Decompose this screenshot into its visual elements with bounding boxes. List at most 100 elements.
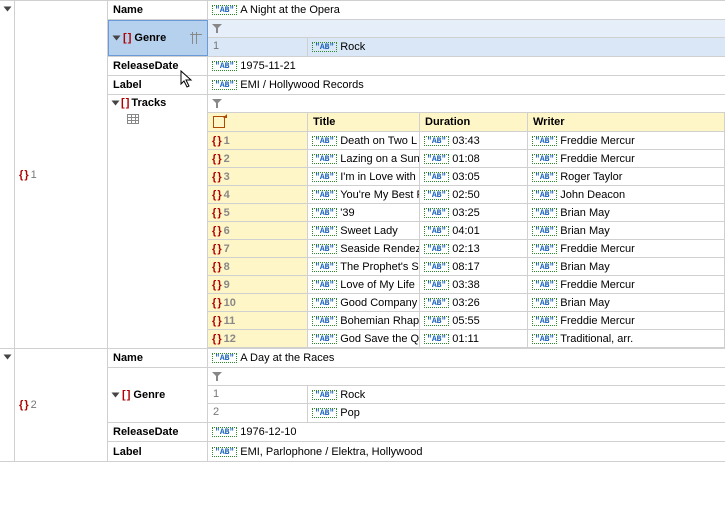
track-duration-cell: AB 03:05 xyxy=(420,168,528,185)
columns-toggle-icon[interactable] xyxy=(190,32,202,44)
string-type-icon: AB xyxy=(312,262,337,272)
grid-icon xyxy=(127,114,139,124)
string-type-icon: AB xyxy=(312,154,337,164)
prop-label-label[interactable]: Label xyxy=(108,442,208,461)
track-row[interactable]: { } 4AB You're My Best FAB 02:50AB John … xyxy=(208,186,725,204)
string-type-icon: AB xyxy=(532,172,557,182)
track-index-cell: { } 10 xyxy=(208,294,308,311)
track-row[interactable]: { } 5AB '39AB 03:25AB Brian May xyxy=(208,204,725,222)
track-index: 8 xyxy=(224,261,230,273)
prop-name-value[interactable]: AB A Night at the Opera xyxy=(208,1,725,19)
filter-icon[interactable] xyxy=(212,99,222,109)
genre-item-index: 1 xyxy=(208,38,308,56)
item-header[interactable]: { } 2 xyxy=(15,349,108,461)
track-row[interactable]: { } 6AB Sweet LadyAB 04:01AB Brian May xyxy=(208,222,725,240)
string-type-icon: AB xyxy=(532,208,557,218)
track-writer-cell: AB Brian May xyxy=(528,258,725,275)
track-duration-cell: AB 03:25 xyxy=(420,204,528,221)
track-writer-cell: AB John Deacon xyxy=(528,186,725,203)
string-type-icon: AB xyxy=(212,447,237,457)
prop-release-label[interactable]: ReleaseDate xyxy=(108,423,208,441)
object-braces-icon: { } xyxy=(212,225,221,237)
track-index-cell: { } 1 xyxy=(208,132,308,149)
filter-icon[interactable] xyxy=(212,372,222,382)
string-type-icon: AB xyxy=(312,172,337,182)
track-duration-cell: AB 05:55 xyxy=(420,312,528,329)
track-index-cell: { } 8 xyxy=(208,258,308,275)
genre-item-row[interactable]: 1 AB Rock xyxy=(208,386,725,404)
item-header[interactable]: { } 1 xyxy=(15,1,108,348)
track-writer-cell: AB Roger Taylor xyxy=(528,168,725,185)
prop-label-value[interactable]: AB EMI, Parlophone / Elektra, Hollywood xyxy=(208,442,725,461)
object-braces-icon: { } xyxy=(212,261,221,273)
tracks-header-title[interactable]: Title xyxy=(308,113,420,131)
track-row[interactable]: { } 2AB Lazing on a SunAB 01:08AB Freddi… xyxy=(208,150,725,168)
track-duration-cell: AB 03:26 xyxy=(420,294,528,311)
object-braces-icon: { } xyxy=(212,135,221,147)
prop-release-value[interactable]: AB 1975-11-21 xyxy=(208,57,725,75)
track-title-cell: AB God Save the Q xyxy=(308,330,420,347)
array-brackets-icon: [ ] xyxy=(121,97,128,109)
track-row[interactable]: { } 7AB Seaside RendezAB 02:13AB Freddie… xyxy=(208,240,725,258)
string-type-icon: AB xyxy=(532,226,557,236)
track-index: 1 xyxy=(224,135,230,147)
string-type-icon: AB xyxy=(312,42,337,52)
track-title-cell: AB Death on Two L xyxy=(308,132,420,149)
track-index: 11 xyxy=(224,315,236,327)
string-type-icon: AB xyxy=(532,262,557,272)
genre-item-value: AB Pop xyxy=(308,404,725,422)
track-index-cell: { } 6 xyxy=(208,222,308,239)
track-row[interactable]: { } 10AB Good CompanyAB 03:26AB Brian Ma… xyxy=(208,294,725,312)
track-writer-cell: AB Freddie Mercur xyxy=(528,132,725,149)
tracks-header-index[interactable] xyxy=(208,113,308,131)
object-braces-icon: { } xyxy=(212,333,221,345)
track-writer-cell: AB Freddie Mercur xyxy=(528,150,725,167)
array-brackets-icon: [ ] xyxy=(123,32,130,44)
genre-item-row[interactable]: 2 AB Pop xyxy=(208,404,725,422)
string-type-icon: AB xyxy=(212,353,237,363)
track-row[interactable]: { } 11AB Bohemian RhapAB 05:55AB Freddie… xyxy=(208,312,725,330)
expand-icon xyxy=(3,355,11,360)
track-row[interactable]: { } 8AB The Prophet's SAB 08:17AB Brian … xyxy=(208,258,725,276)
track-title-cell: AB Bohemian Rhap xyxy=(308,312,420,329)
track-row[interactable]: { } 1AB Death on Two LAB 03:43AB Freddie… xyxy=(208,132,725,150)
object-braces-icon: { } xyxy=(212,315,221,327)
prop-tracks-label[interactable]: [ ] Tracks xyxy=(108,95,208,348)
prop-label-value[interactable]: AB EMI / Hollywood Records xyxy=(208,76,725,94)
track-index: 7 xyxy=(224,243,230,255)
prop-label-label[interactable]: Label xyxy=(108,76,208,94)
genre-item-index: 2 xyxy=(208,404,308,422)
prop-name-label[interactable]: Name xyxy=(108,349,208,367)
prop-release-label[interactable]: ReleaseDate xyxy=(108,57,208,75)
track-writer-cell: AB Traditional, arr. xyxy=(528,330,725,347)
object-braces-icon: { } xyxy=(19,399,28,411)
track-row[interactable]: { } 12AB God Save the QAB 01:11AB Tradit… xyxy=(208,330,725,348)
string-type-icon: AB xyxy=(424,334,449,344)
string-type-icon: AB xyxy=(312,390,337,400)
string-type-icon: AB xyxy=(424,280,449,290)
prop-name-label[interactable]: Name xyxy=(108,1,208,19)
object-braces-icon: { } xyxy=(212,207,221,219)
prop-genre-label[interactable]: [ ] Genre xyxy=(108,20,208,56)
object-braces-icon: { } xyxy=(19,169,28,181)
genre-item-row[interactable]: 1 AB Rock xyxy=(208,38,725,56)
item-gutter[interactable] xyxy=(0,349,15,461)
filter-icon[interactable] xyxy=(212,24,222,34)
track-row[interactable]: { } 9AB Love of My LifeAB 03:38AB Freddi… xyxy=(208,276,725,294)
item-gutter[interactable] xyxy=(0,1,15,348)
array-brackets-icon: [ ] xyxy=(122,389,129,401)
track-row[interactable]: { } 3AB I'm in Love withAB 03:05AB Roger… xyxy=(208,168,725,186)
prop-name-value[interactable]: AB A Day at the Races xyxy=(208,349,725,367)
track-index-cell: { } 9 xyxy=(208,276,308,293)
track-duration-cell: AB 01:11 xyxy=(420,330,528,347)
string-type-icon: AB xyxy=(312,280,337,290)
tracks-header-writer[interactable]: Writer xyxy=(528,113,725,131)
string-type-icon: AB xyxy=(532,154,557,164)
string-type-icon: AB xyxy=(212,61,237,71)
tracks-header-duration[interactable]: Duration xyxy=(420,113,528,131)
string-type-icon: AB xyxy=(312,208,337,218)
prop-genre-label[interactable]: [ ] Genre xyxy=(108,368,208,422)
prop-release-value[interactable]: AB 1976-12-10 xyxy=(208,423,725,441)
track-duration-cell: AB 03:43 xyxy=(420,132,528,149)
track-title-cell: AB '39 xyxy=(308,204,420,221)
